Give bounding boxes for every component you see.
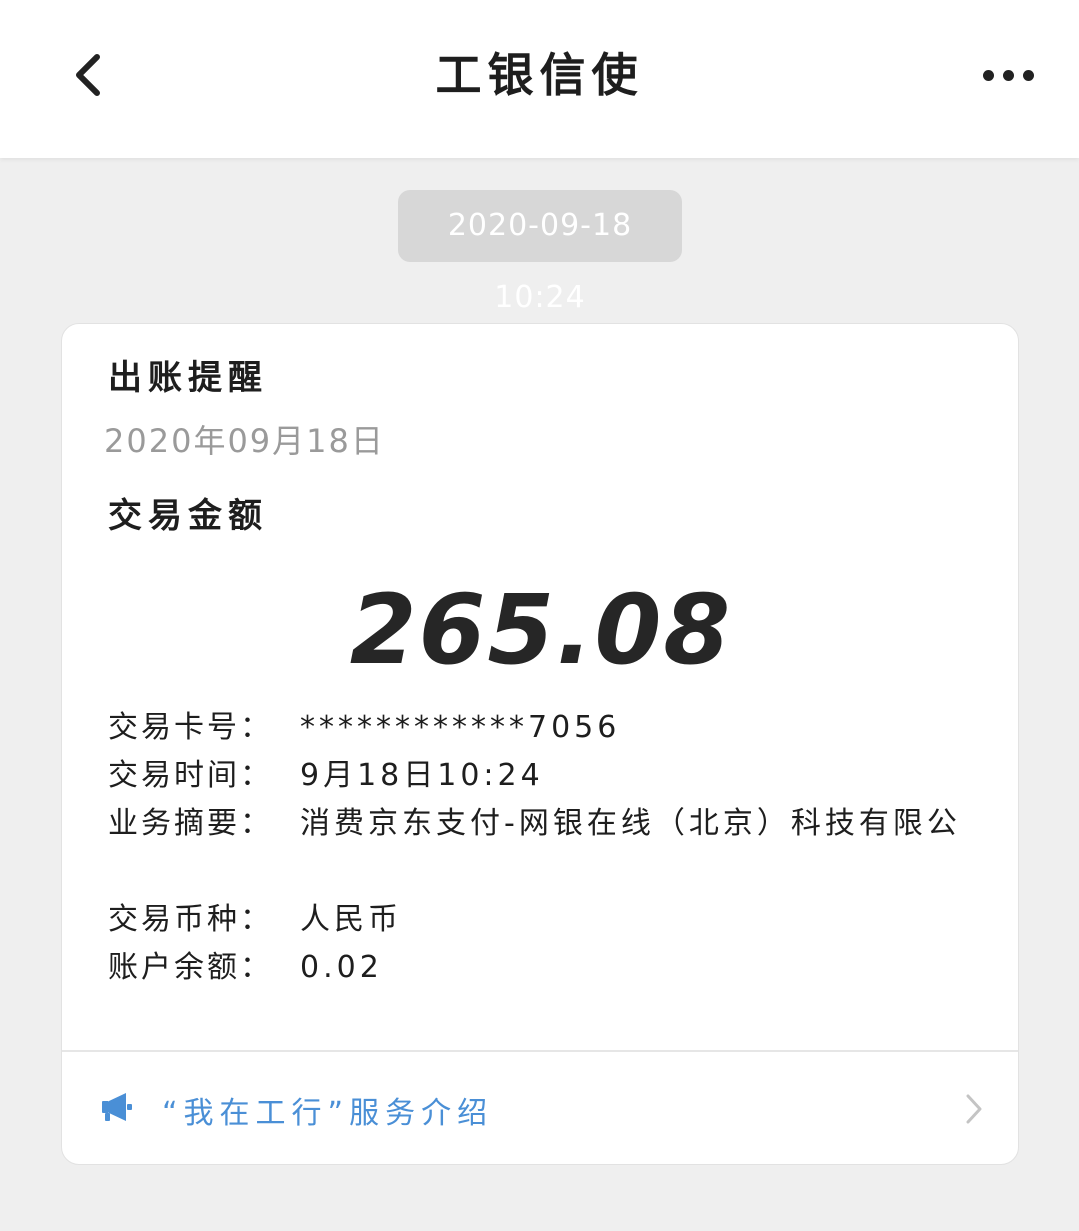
card-title: 出账提醒 <box>108 358 268 398</box>
detail-label: 业务摘要： <box>108 806 273 841</box>
message-timestamp: 2020-09-18 10:24 <box>398 190 682 315</box>
detail-value: 0.02 <box>300 950 383 985</box>
detail-label: 交易时间： <box>108 758 273 793</box>
detail-label: 交易卡号： <box>108 710 273 745</box>
service-intro-link[interactable]: “我在工行”服务介绍 <box>62 1052 1018 1164</box>
detail-row-balance: 账户余额： 0.02 <box>108 944 980 992</box>
detail-row-summary: 业务摘要： 消费京东支付-网银在线（北京）科技有限公 <box>108 800 980 848</box>
page-title: 工银信使 <box>435 48 644 102</box>
detail-label: 账户余额： <box>108 950 273 985</box>
amount-label: 交易金额 <box>108 496 268 536</box>
detail-row-time: 交易时间： 9月18日10:24 <box>108 752 980 800</box>
more-dot <box>1002 69 1014 81</box>
detail-label: 交易币种： <box>108 902 273 937</box>
detail-value: 9月18日10:24 <box>300 758 544 793</box>
detail-value: ************7056 <box>300 710 621 745</box>
detail-value: 人民币 <box>300 902 402 937</box>
detail-row-card-number: 交易卡号： ************7056 <box>108 704 980 752</box>
more-options-button[interactable] <box>972 55 1044 95</box>
megaphone-icon <box>102 1093 132 1121</box>
transaction-amount: 265.08 <box>349 574 733 686</box>
detail-value: 消费京东支付-网银在线（北京）科技有限公 <box>300 806 961 841</box>
top-navigation-bar: 工银信使 <box>0 0 1079 158</box>
service-intro-label: “我在工行”服务介绍 <box>162 1096 494 1131</box>
transaction-notice-card: 出账提醒 2020年09月18日 交易金额 265.08 交易卡号： *****… <box>61 323 1019 1165</box>
chevron-right-icon <box>966 1094 982 1124</box>
detail-row-currency: 交易币种： 人民币 <box>108 896 980 944</box>
more-horizontal-icon <box>982 69 994 81</box>
more-dot <box>1022 69 1034 81</box>
card-date: 2020年09月18日 <box>104 422 385 460</box>
